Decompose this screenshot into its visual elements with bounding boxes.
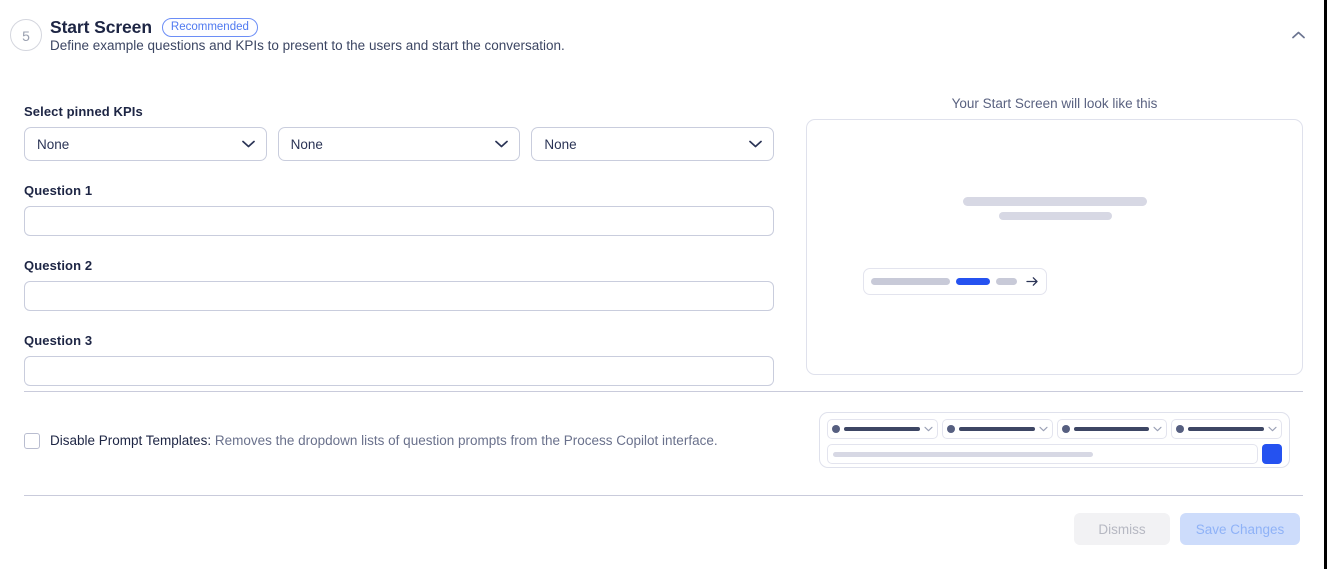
dot-icon <box>946 425 955 433</box>
divider-top <box>24 391 1303 392</box>
kpi-select-3-value: None <box>544 136 577 152</box>
prompt-templates-preview-card <box>819 412 1290 468</box>
footer-actions: Dismiss Save Changes <box>1074 513 1300 545</box>
start-screen-form: Select pinned KPIs None None None Questi… <box>24 104 775 386</box>
chevron-down-icon <box>924 426 933 432</box>
preview-skeleton-line-2 <box>999 212 1112 220</box>
kpi-select-row: None None None <box>24 127 775 161</box>
mini-send-button <box>1262 444 1282 464</box>
mini-dropdown-3 <box>1056 419 1168 439</box>
mini-prompt-input-fill <box>833 451 1093 457</box>
preview-skeleton-line-1 <box>963 197 1147 206</box>
kpi-select-2-value: None <box>290 136 323 152</box>
mini-dropdown-1-bar <box>844 427 920 431</box>
dot-icon <box>832 425 840 433</box>
dot-icon <box>1061 425 1070 433</box>
kpi-section-label: Select pinned KPIs <box>24 104 143 119</box>
disable-prompt-templates-text: Disable Prompt Templates: Removes the dr… <box>50 432 718 450</box>
dot-icon <box>1176 425 1185 433</box>
chevron-down-icon <box>1038 426 1048 432</box>
preview-prompt-segment-accent <box>955 278 990 285</box>
mini-dropdown-3-bar <box>1073 427 1150 431</box>
divider-bottom <box>24 495 1303 496</box>
step-number-badge: 5 <box>10 19 42 51</box>
preview-prompt-segment-1 <box>871 278 950 285</box>
page-title: Start Screen <box>50 17 152 37</box>
chevron-down-icon <box>1153 426 1162 432</box>
question-3-label: Question 3 <box>24 333 93 348</box>
section-subtitle: Define example questions and KPIs to pre… <box>50 38 565 53</box>
chevron-down-icon <box>241 140 255 148</box>
status-badge: Recommended <box>161 18 258 37</box>
disable-prompt-templates-description: Removes the dropdown lists of question p… <box>214 433 718 448</box>
question-2-label: Question 2 <box>24 258 93 273</box>
dismiss-button[interactable]: Dismiss <box>1074 513 1170 545</box>
mini-prompt-input <box>827 444 1258 464</box>
start-screen-settings-panel: 5 Start Screen Recommended Define exampl… <box>0 0 1327 569</box>
mini-dropdown-4 <box>1171 419 1282 439</box>
question-1-input[interactable] <box>24 206 774 236</box>
save-changes-button[interactable]: Save Changes <box>1180 513 1300 545</box>
preview-title: Your Start Screen will look like this <box>951 96 1158 111</box>
chevron-down-icon <box>1268 426 1277 432</box>
question-2-input[interactable] <box>24 281 774 311</box>
kpi-select-2[interactable]: None <box>277 127 521 161</box>
question-1-label: Question 1 <box>24 183 93 198</box>
disable-prompt-templates-row: Disable Prompt Templates: Removes the dr… <box>24 432 718 450</box>
disable-prompt-templates-label: Disable Prompt Templates: <box>50 433 212 448</box>
mini-dropdown-2-bar <box>958 427 1035 431</box>
section-header: 5 Start Screen Recommended Define exampl… <box>0 0 1324 70</box>
mini-dropdown-2 <box>941 419 1053 439</box>
kpi-select-1-value: None <box>37 136 70 152</box>
mini-input-row <box>827 444 1282 464</box>
chevron-down-icon <box>495 140 509 148</box>
chevron-up-icon <box>1291 26 1305 44</box>
preview-prompt-input <box>863 268 1047 295</box>
disable-prompt-templates-checkbox[interactable] <box>24 433 40 449</box>
title-row: Start Screen Recommended <box>50 17 258 38</box>
mini-dropdown-1 <box>827 419 938 439</box>
kpi-select-3[interactable]: None <box>531 127 775 161</box>
mini-dropdown-4-bar <box>1188 427 1264 431</box>
preview-prompt-segment-3 <box>995 278 1017 285</box>
start-screen-preview-card <box>806 119 1303 375</box>
mini-dropdown-row <box>827 419 1282 439</box>
question-3-input[interactable] <box>24 356 774 386</box>
chevron-down-icon <box>749 140 762 148</box>
collapse-section-button[interactable] <box>1287 24 1309 46</box>
kpi-select-1[interactable]: None <box>24 127 267 161</box>
arrow-right-icon <box>1026 276 1039 287</box>
